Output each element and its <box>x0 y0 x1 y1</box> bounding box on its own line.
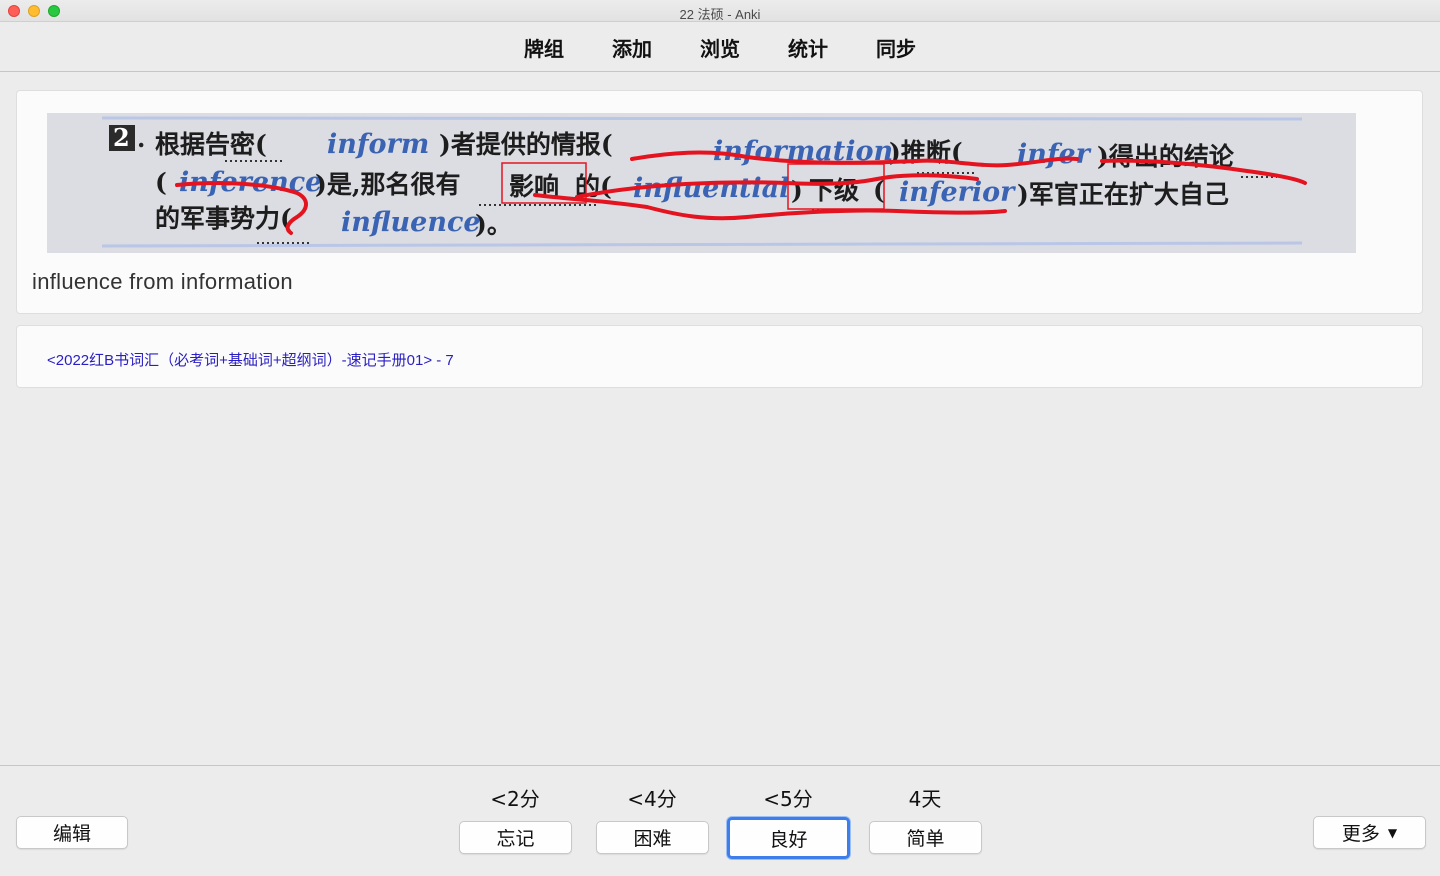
card-front: 2 . 根据告密( inform )者提供的情报( information )推… <box>16 90 1423 314</box>
image-line1-text1: 根据告密( <box>155 130 267 159</box>
interval-hard: <4分 <box>627 787 677 811</box>
image-word-influence: influence <box>341 207 481 238</box>
image-word-infer: infer <box>1017 139 1092 170</box>
image-line2-text1: ( <box>155 168 167 197</box>
image-word-inferior: inferior <box>899 177 1016 208</box>
toolbar-add[interactable]: 添加 <box>588 33 676 62</box>
again-button[interactable]: 忘记 <box>459 821 572 854</box>
reviewer-area: 2 . 根据告密( inform )者提供的情报( information )推… <box>0 73 1440 765</box>
image-line1-text2: )者提供的情报( <box>439 130 613 159</box>
question-number: 2 <box>113 123 130 152</box>
interval-good: <5分 <box>763 787 813 811</box>
image-line2-text6: 下级 <box>809 176 859 205</box>
image-line2-text8: )军官正在扩大自己 <box>1017 180 1229 209</box>
interval-again: <2分 <box>490 787 540 811</box>
easy-button[interactable]: 简单 <box>869 821 982 854</box>
card-image: 2 . 根据告密( inform )者提供的情报( information )推… <box>47 113 1356 253</box>
scanned-text-image: 2 . 根据告密( inform )者提供的情报( information )推… <box>47 113 1356 253</box>
toolbar-nav: 牌组 添加 浏览 统计 同步 <box>0 22 1440 72</box>
more-button[interactable]: 更多 ▼ <box>1313 816 1426 849</box>
window-title: 22 法硕 - Anki <box>679 7 761 22</box>
svg-text:根据告密(: 根据告密( <box>155 130 267 159</box>
main-toolbar: 牌组 添加 浏览 统计 同步 <box>0 22 1440 72</box>
answer-bar: 编辑 <2分 <4分 <5分 4天 忘记 困难 良好 简单 更多 ▼ <box>0 765 1440 876</box>
toolbar-sync[interactable]: 同步 <box>852 33 940 62</box>
toolbar-stats[interactable]: 统计 <box>764 33 852 62</box>
image-word-inform: inform <box>327 129 429 160</box>
toolbar-browse[interactable]: 浏览 <box>676 33 764 62</box>
hard-button[interactable]: 困难 <box>596 821 709 854</box>
image-line2-text5: ) <box>791 176 803 205</box>
image-word-influential: influential <box>633 173 789 204</box>
card-source-text: <2022红B书词汇（必考词+基础词+超纲词）-速记手册01> - 7 <box>47 352 454 369</box>
chevron-down-icon: ▼ <box>1387 825 1398 840</box>
card-answer-text: influence from information <box>32 269 293 294</box>
image-line2-text2: )是,那名很有 <box>315 170 461 199</box>
good-button[interactable]: 良好 <box>727 817 850 859</box>
title-bar: 22 法硕 - Anki <box>0 0 1440 22</box>
edit-button[interactable]: 编辑 <box>16 816 128 849</box>
card-source-box: <2022红B书词汇（必考词+基础词+超纲词）-速记手册01> - 7 <box>16 325 1423 388</box>
svg-text:.: . <box>137 124 145 153</box>
image-line3-text2: )。 <box>475 210 512 239</box>
toolbar-decks[interactable]: 牌组 <box>500 33 588 62</box>
more-label: 更多 <box>1341 823 1380 845</box>
image-line3-text1: 的军事势力( <box>155 204 292 233</box>
interval-easy: 4天 <box>908 787 942 811</box>
